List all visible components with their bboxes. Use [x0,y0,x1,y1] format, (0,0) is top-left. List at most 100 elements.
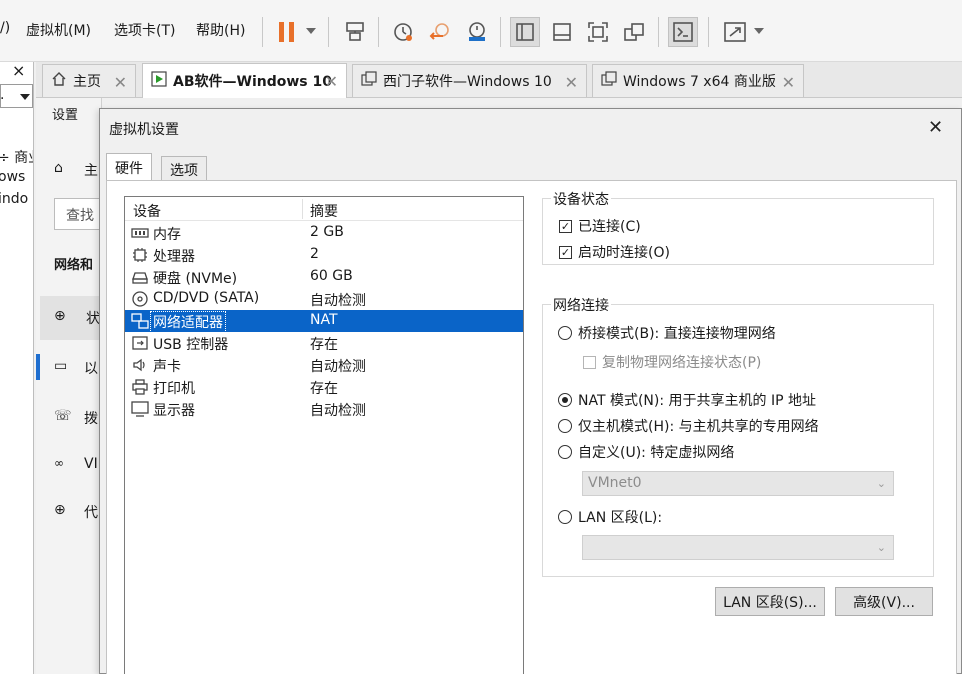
settings-search-input[interactable]: 查找 [54,198,101,230]
connected-checkbox[interactable]: ✓ 已连接(C) [559,216,641,236]
device-name: 声卡 [153,359,181,375]
console-view-icon[interactable] [668,17,698,47]
settings-home-label[interactable]: 主 [84,160,98,180]
device-name: 硬盘 (NVMe) [153,271,238,287]
dialup-icon[interactable]: ☏ [54,408,72,424]
menu-item-vm[interactable]: 虚拟机(M) [26,20,91,40]
device-summary: 自动检测 [310,293,366,309]
ethernet-icon[interactable]: ▭ [54,358,67,374]
vpn-icon[interactable]: ∞ [54,456,64,470]
host-only-radio[interactable]: 仅主机模式(H): 与主机共享的专用网络 [558,416,819,436]
custom-network-select[interactable]: VMnet0 ⌄ [582,471,894,496]
close-icon[interactable]: ✕ [928,117,943,138]
settings-nav-item-vpn[interactable]: VI [84,456,98,472]
toolbar-separator [328,17,329,47]
menu-item-help[interactable]: 帮助(H) [196,20,245,40]
menu-toolbar: /) 虚拟机(M) 选项卡(T) 帮助(H) [0,0,962,62]
device-summary: 60 GB [310,268,353,284]
settings-nav-item-dialup[interactable]: 拨 [84,408,98,428]
background-settings-pane: 设置 ⌂ 主 查找 网络和 ⊕ 状 ▭ 以 ☏ 拨 ∞ VI ⊕ 代 [36,98,102,674]
globe-icon[interactable]: ⊕ [54,502,66,518]
tab-home[interactable]: 主页 ✕ [42,64,136,97]
toolbar-separator [500,17,501,47]
device-row[interactable]: 网络适配器 NAT [125,310,523,333]
lan-segments-button[interactable]: LAN 区段(S)... [715,587,825,616]
settings-nav-item-status[interactable]: ⊕ 状 [40,296,101,340]
device-row[interactable]: 显示器 自动检测 [125,398,523,420]
device-row[interactable]: 声卡 自动检测 [125,354,523,376]
snapshot-icon[interactable] [388,17,418,47]
column-header-device[interactable]: 设备 [133,201,161,221]
replicate-state-checkbox[interactable]: 复制物理网络连接状态(P) [583,352,761,372]
device-row[interactable]: CD/DVD (SATA) 自动检测 [125,288,523,310]
home-icon[interactable]: ⌂ [54,160,63,176]
thumbnail-view-icon[interactable] [547,17,577,47]
library-item-text[interactable]: ÷ 商业 [0,147,33,167]
column-header-summary[interactable]: 摘要 [310,201,338,221]
advanced-button[interactable]: 高级(V)... [835,587,933,616]
device-row[interactable]: 处理器 2 [125,244,523,266]
stretch-dropdown-icon[interactable] [754,28,764,34]
device-summary: 自动检测 [310,359,366,375]
library-pane: × . ÷ 商业 ows indo [0,62,34,674]
device-name: 内存 [153,227,181,243]
settings-nav-item-ethernet[interactable]: 以 [84,358,98,378]
send-keys-icon[interactable] [340,17,370,47]
close-icon[interactable]: ✕ [325,72,338,91]
radio-unselected-icon [558,445,572,459]
device-name: 处理器 [153,249,195,265]
connect-on-power-checkbox[interactable]: ✓ 启动时连接(O) [559,242,670,262]
column-divider[interactable] [302,199,303,219]
toolbar-separator [378,17,379,47]
settings-label: 设置 [52,108,79,123]
device-row[interactable]: 内存 2 GB [125,222,523,244]
network-section-heading: 网络和 [54,258,94,273]
menu-item-tabs[interactable]: 选项卡(T) [114,20,175,40]
stretch-icon[interactable] [720,17,750,47]
sidebar-view-icon[interactable] [510,17,540,47]
device-row[interactable]: USB 控制器 存在 [125,332,523,354]
tab-siemens-windows10[interactable]: 西门子软件—Windows 10 ✕ [352,64,587,97]
vm-tab-bar: 主页 ✕ AB软件—Windows 10 ✕ 西门子软件—Windows 10 … [36,62,962,98]
memory-icon [131,225,149,241]
chevron-down-icon: ⌄ [876,477,886,490]
device-name: CD/DVD (SATA) [153,290,260,306]
lan-segment-radio[interactable]: LAN 区段(L): [558,507,662,527]
device-row[interactable]: 硬盘 (NVMe) 60 GB [125,266,523,288]
snapshot-manager-icon[interactable] [462,17,492,47]
library-item-text[interactable]: ows [0,169,25,185]
device-summary: 自动检测 [310,403,366,419]
device-name: 网络适配器 [150,311,226,333]
library-close-icon[interactable]: × [12,62,25,80]
library-search-dropdown[interactable]: . [0,84,33,108]
pause-dropdown-icon[interactable] [306,28,316,34]
full-screen-icon[interactable] [583,17,613,47]
tab-hardware[interactable]: 硬件 [106,153,152,181]
close-icon[interactable]: ✕ [565,73,578,92]
network-icon [131,313,149,329]
library-item-text[interactable]: indo [0,191,28,207]
unity-icon[interactable] [619,17,649,47]
close-icon[interactable]: ✕ [782,73,795,92]
bridged-radio[interactable]: 桥接模式(B): 直接连接物理网络 [558,323,776,343]
cpu-icon [131,247,149,263]
revert-snapshot-icon[interactable] [426,17,456,47]
vm-icon [361,71,377,91]
tab-windows7[interactable]: Windows 7 x64 商业版 ✕ [592,64,804,97]
device-summary: 2 GB [310,224,344,240]
settings-nav-item-proxy[interactable]: 代 [84,502,98,522]
device-status-group: 设备状态 ✓ 已连接(C) ✓ 启动时连接(O) [542,189,934,265]
device-list[interactable]: 设备 摘要 内存 2 GB 处理器 2 硬盘 (NVMe) 60 GB CD/DVD (SA… [124,196,524,674]
printer-icon [131,379,149,395]
radio-unselected-icon [558,510,572,524]
tab-options[interactable]: 选项 [161,156,207,182]
close-icon[interactable]: ✕ [114,73,127,92]
custom-radio[interactable]: 自定义(U): 特定虚拟网络 [558,442,734,462]
pause-icon[interactable] [272,17,302,47]
device-row[interactable]: 打印机 存在 [125,376,523,398]
menu-item-file[interactable]: /) [0,20,10,36]
tab-ab-windows10[interactable]: AB软件—Windows 10 ✕ [142,63,347,98]
nat-radio[interactable]: NAT 模式(N): 用于共享主机的 IP 地址 [558,390,816,410]
lan-segment-select[interactable]: ⌄ [582,535,894,560]
hardware-panel: 设备 摘要 内存 2 GB 处理器 2 硬盘 (NVMe) 60 GB CD/DVD (SA… [106,180,957,674]
